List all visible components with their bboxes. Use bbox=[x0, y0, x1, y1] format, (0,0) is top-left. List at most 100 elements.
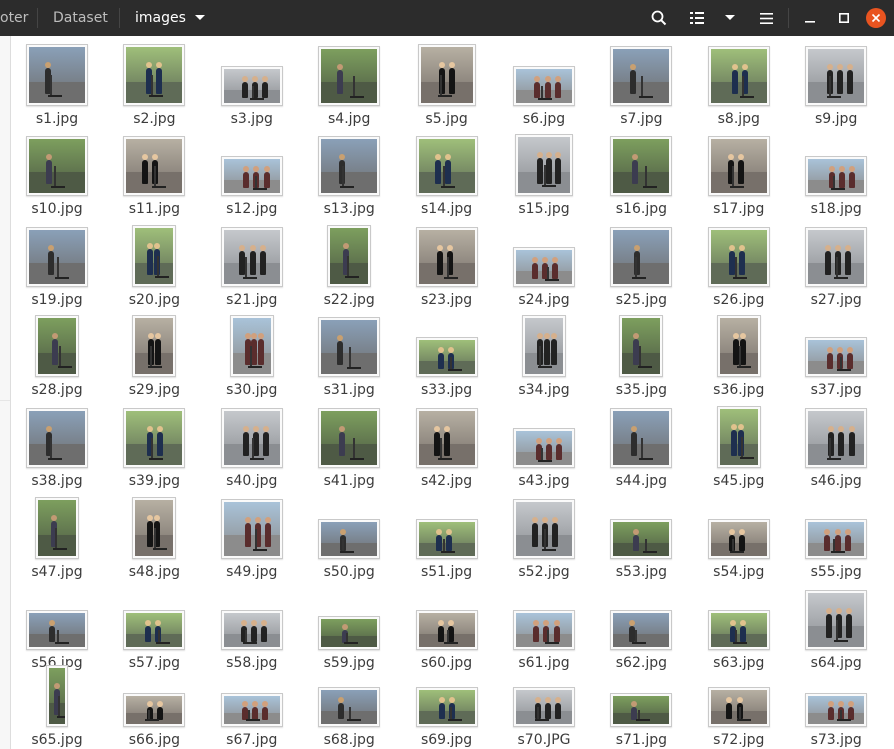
image-thumbnail[interactable] bbox=[318, 687, 381, 727]
image-thumbnail[interactable] bbox=[805, 46, 868, 106]
file-item[interactable]: s64.jpg bbox=[791, 559, 881, 671]
file-item[interactable]: s57.jpg bbox=[109, 559, 199, 671]
file-item[interactable]: s40.jpg bbox=[207, 404, 297, 492]
breadcrumb-current[interactable]: images bbox=[135, 0, 186, 36]
image-thumbnail[interactable] bbox=[805, 156, 868, 196]
file-item[interactable]: s24.jpg bbox=[499, 223, 589, 311]
image-thumbnail[interactable] bbox=[805, 227, 868, 287]
image-thumbnail[interactable] bbox=[318, 46, 381, 106]
image-thumbnail[interactable] bbox=[415, 337, 478, 377]
image-thumbnail[interactable] bbox=[513, 247, 575, 287]
image-thumbnail[interactable] bbox=[610, 519, 673, 559]
image-thumbnail[interactable] bbox=[318, 408, 381, 468]
image-thumbnail[interactable] bbox=[220, 408, 283, 468]
file-item[interactable]: s65.jpg bbox=[12, 663, 102, 749]
file-item[interactable]: s9.jpg bbox=[791, 42, 881, 130]
image-thumbnail[interactable] bbox=[26, 610, 88, 650]
file-item[interactable]: s44.jpg bbox=[596, 404, 686, 492]
breadcrumb-menu-button[interactable] bbox=[184, 0, 216, 36]
file-item[interactable]: s56.jpg bbox=[12, 559, 102, 671]
file-item[interactable]: s26.jpg bbox=[694, 223, 784, 311]
image-thumbnail[interactable] bbox=[46, 665, 68, 727]
file-item[interactable]: s35.jpg bbox=[596, 313, 686, 401]
image-thumbnail[interactable] bbox=[522, 315, 566, 377]
breadcrumb-item[interactable]: oter bbox=[0, 0, 28, 36]
file-item[interactable]: s45.jpg bbox=[694, 404, 784, 492]
image-thumbnail[interactable] bbox=[707, 687, 770, 727]
image-thumbnail[interactable] bbox=[417, 44, 476, 106]
image-thumbnail[interactable] bbox=[619, 315, 664, 377]
maximize-button[interactable] bbox=[827, 0, 861, 36]
file-item[interactable]: s27.jpg bbox=[791, 223, 881, 311]
file-item[interactable]: s29.jpg bbox=[109, 313, 199, 401]
file-item[interactable]: s39.jpg bbox=[109, 404, 199, 492]
file-item[interactable]: s11.jpg bbox=[109, 132, 199, 220]
image-thumbnail[interactable] bbox=[123, 44, 186, 106]
file-item[interactable]: s69.jpg bbox=[402, 663, 492, 749]
image-thumbnail[interactable] bbox=[805, 408, 868, 468]
image-thumbnail[interactable] bbox=[805, 693, 868, 727]
image-thumbnail[interactable] bbox=[513, 610, 575, 650]
file-item[interactable]: s7.jpg bbox=[596, 42, 686, 130]
close-button[interactable] bbox=[859, 0, 893, 36]
view-options-button[interactable] bbox=[713, 0, 747, 36]
file-item[interactable]: s37.jpg bbox=[791, 313, 881, 401]
file-item[interactable]: s43.jpg bbox=[499, 404, 589, 492]
file-item[interactable]: s3.jpg bbox=[207, 42, 297, 130]
image-thumbnail[interactable] bbox=[707, 136, 770, 196]
file-item[interactable]: s19.jpg bbox=[12, 223, 102, 311]
image-thumbnail[interactable] bbox=[805, 519, 868, 559]
image-thumbnail[interactable] bbox=[327, 225, 372, 287]
file-item[interactable]: s70.JPG bbox=[499, 663, 589, 749]
image-thumbnail[interactable] bbox=[35, 497, 79, 559]
image-thumbnail[interactable] bbox=[515, 134, 573, 196]
file-item[interactable]: s13.jpg bbox=[304, 132, 394, 220]
image-thumbnail[interactable] bbox=[318, 616, 381, 650]
file-item[interactable]: s58.jpg bbox=[207, 559, 297, 671]
file-item[interactable]: s46.jpg bbox=[791, 404, 881, 492]
file-item[interactable]: s62.jpg bbox=[596, 559, 686, 671]
file-item[interactable]: s16.jpg bbox=[596, 132, 686, 220]
file-item[interactable]: s66.jpg bbox=[109, 663, 199, 749]
file-item[interactable]: s8.jpg bbox=[694, 42, 784, 130]
image-thumbnail[interactable] bbox=[415, 227, 478, 287]
file-item[interactable]: s28.jpg bbox=[12, 313, 102, 401]
menu-button[interactable] bbox=[749, 0, 783, 36]
image-thumbnail[interactable] bbox=[220, 499, 283, 559]
file-item[interactable]: s71.jpg bbox=[596, 663, 686, 749]
image-thumbnail[interactable] bbox=[415, 687, 478, 727]
image-thumbnail[interactable] bbox=[26, 44, 88, 106]
file-item[interactable]: s23.jpg bbox=[402, 223, 492, 311]
minimize-button[interactable] bbox=[793, 0, 827, 36]
image-thumbnail[interactable] bbox=[132, 225, 177, 287]
image-thumbnail[interactable] bbox=[229, 315, 274, 377]
file-item[interactable]: s73.jpg bbox=[791, 663, 881, 749]
file-item[interactable]: s18.jpg bbox=[791, 132, 881, 220]
image-thumbnail[interactable] bbox=[220, 66, 283, 106]
file-item[interactable]: s22.jpg bbox=[304, 223, 394, 311]
file-item[interactable]: s17.jpg bbox=[694, 132, 784, 220]
image-thumbnail[interactable] bbox=[35, 315, 79, 377]
file-item[interactable]: s21.jpg bbox=[207, 223, 297, 311]
file-item[interactable]: s34.jpg bbox=[499, 313, 589, 401]
file-item[interactable]: s31.jpg bbox=[304, 313, 394, 401]
image-thumbnail[interactable] bbox=[415, 408, 478, 468]
file-item[interactable]: s6.jpg bbox=[499, 42, 589, 130]
file-item[interactable]: s25.jpg bbox=[596, 223, 686, 311]
image-thumbnail[interactable] bbox=[805, 590, 868, 650]
image-thumbnail[interactable] bbox=[26, 227, 88, 287]
file-item[interactable]: s15.jpg bbox=[499, 132, 589, 220]
image-thumbnail[interactable] bbox=[610, 136, 673, 196]
image-thumbnail[interactable] bbox=[513, 428, 575, 468]
image-thumbnail[interactable] bbox=[610, 693, 673, 727]
file-item[interactable]: s5.jpg bbox=[402, 42, 492, 130]
image-thumbnail[interactable] bbox=[26, 408, 88, 468]
image-thumbnail[interactable] bbox=[318, 317, 381, 377]
file-item[interactable]: s63.jpg bbox=[694, 559, 784, 671]
file-item[interactable]: s60.jpg bbox=[402, 559, 492, 671]
image-thumbnail[interactable] bbox=[123, 610, 186, 650]
search-button[interactable] bbox=[642, 0, 676, 36]
image-thumbnail[interactable] bbox=[26, 136, 88, 196]
file-item[interactable]: s41.jpg bbox=[304, 404, 394, 492]
file-item[interactable]: s72.jpg bbox=[694, 663, 784, 749]
